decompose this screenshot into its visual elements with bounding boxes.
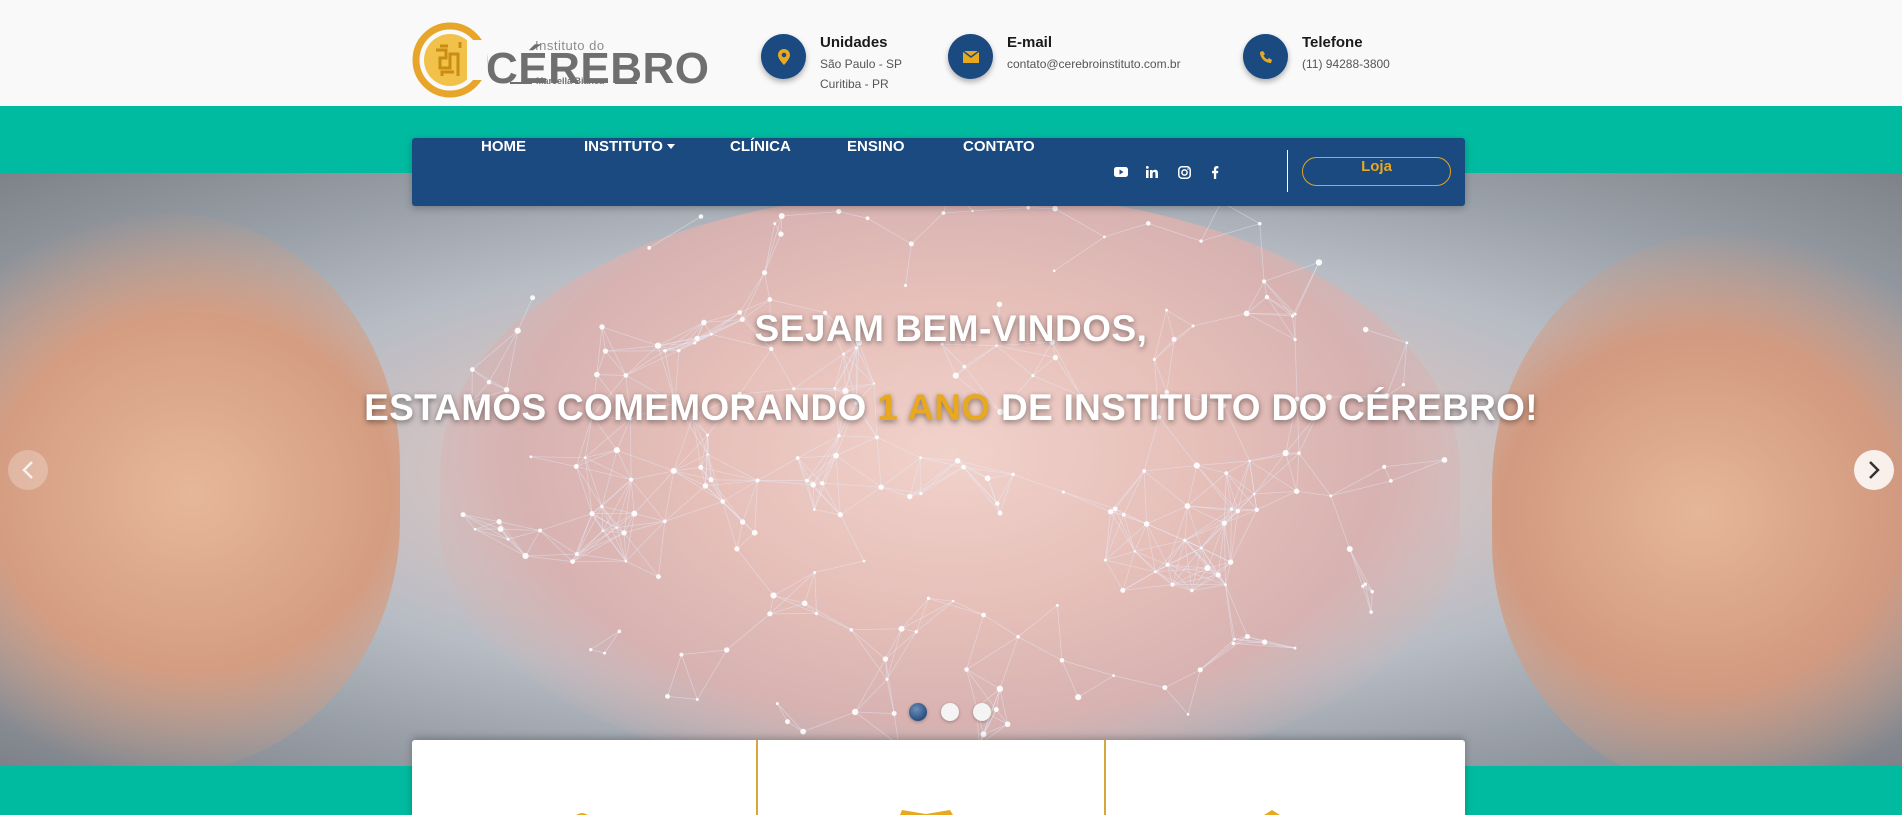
hero-network-overlay (460, 184, 1448, 748)
hero-celebration-text: ESTAMOS COMEMORANDO 1 ANO DE INSTITUTO D… (0, 387, 1902, 429)
nav-home[interactable]: HOME (481, 138, 526, 206)
hero-welcome-text: SEJAM BEM-VINDOS, (754, 308, 1148, 349)
carousel-dot[interactable] (973, 703, 991, 721)
contact-units: Unidades São Paulo - SP Curitiba - PR (761, 34, 902, 91)
contact-phone-number[interactable]: (11) 94288-3800 (1302, 57, 1390, 71)
logo-subtitle: Marcella Bianca (536, 76, 605, 86)
carousel-prev-button[interactable] (8, 450, 48, 490)
feature-icon-1 (576, 813, 588, 815)
book-icon (900, 810, 953, 815)
nav-ensino[interactable]: ENSINO (847, 138, 905, 206)
contact-units-line: Curitiba - PR (820, 77, 889, 91)
logo-title: CÉREBRO (486, 44, 710, 93)
contact-units-line: São Paulo - SP (820, 57, 903, 71)
card-separator (1104, 740, 1106, 815)
nav-clinica[interactable]: CLÍNICA (730, 138, 791, 206)
map-marker-icon (761, 34, 806, 79)
chevron-right-icon (1869, 461, 1880, 479)
contact-email-address[interactable]: contato@cerebroinstituto.com.br (1007, 57, 1181, 71)
logo-rule-left (510, 82, 532, 84)
hero-text-part: ESTAMOS COMEMORANDO (364, 387, 878, 428)
hero-accent-text: 1 ANO (877, 387, 991, 428)
feature-cards (412, 740, 1465, 815)
instagram-icon[interactable] (1175, 163, 1193, 181)
contact-email-title: E-mail (1007, 34, 1053, 51)
top-header: Instituto do CÉREBRO Marcella Bianca Uni… (0, 0, 1902, 106)
phone-icon (1243, 34, 1288, 79)
nav-contato[interactable]: CONTATO (963, 138, 1035, 206)
shield-icon (1264, 810, 1280, 815)
contact-phone-title: Telefone (1302, 34, 1363, 51)
shop-button[interactable]: Loja (1302, 157, 1451, 186)
envelope-icon (948, 34, 993, 79)
youtube-icon[interactable] (1112, 163, 1130, 181)
main-navbar: HOME INSTITUTO CLÍNICA ENSINO CONTATO Lo… (412, 138, 1465, 206)
linkedin-icon[interactable] (1143, 163, 1161, 181)
carousel-dot[interactable] (941, 703, 959, 721)
contact-email: E-mail contato@cerebroinstituto.com.br (948, 34, 1181, 79)
site-logo[interactable]: Instituto do CÉREBRO Marcella Bianca (412, 18, 709, 104)
facebook-icon[interactable] (1206, 163, 1224, 181)
contact-units-title: Unidades (820, 34, 888, 51)
contact-phone: Telefone (11) 94288-3800 (1243, 34, 1390, 79)
carousel-next-button[interactable] (1854, 450, 1894, 490)
nav-divider (1287, 150, 1288, 192)
nav-instituto-label: INSTITUTO (584, 138, 663, 155)
nav-instituto[interactable]: INSTITUTO (584, 138, 675, 206)
caret-down-icon (666, 143, 675, 149)
chevron-left-icon (22, 461, 33, 479)
card-separator (756, 740, 758, 815)
carousel-indicators (909, 703, 991, 721)
hero-carousel: SEJAM BEM-VINDOS, ESTAMOS COMEMORANDO 1 … (0, 173, 1902, 766)
brain-maze-logo-icon (412, 22, 488, 98)
hero-text-part: DE INSTITUTO DO CÉREBRO! (990, 387, 1538, 428)
logo-rule-right (615, 82, 637, 84)
carousel-dot[interactable] (909, 703, 927, 721)
